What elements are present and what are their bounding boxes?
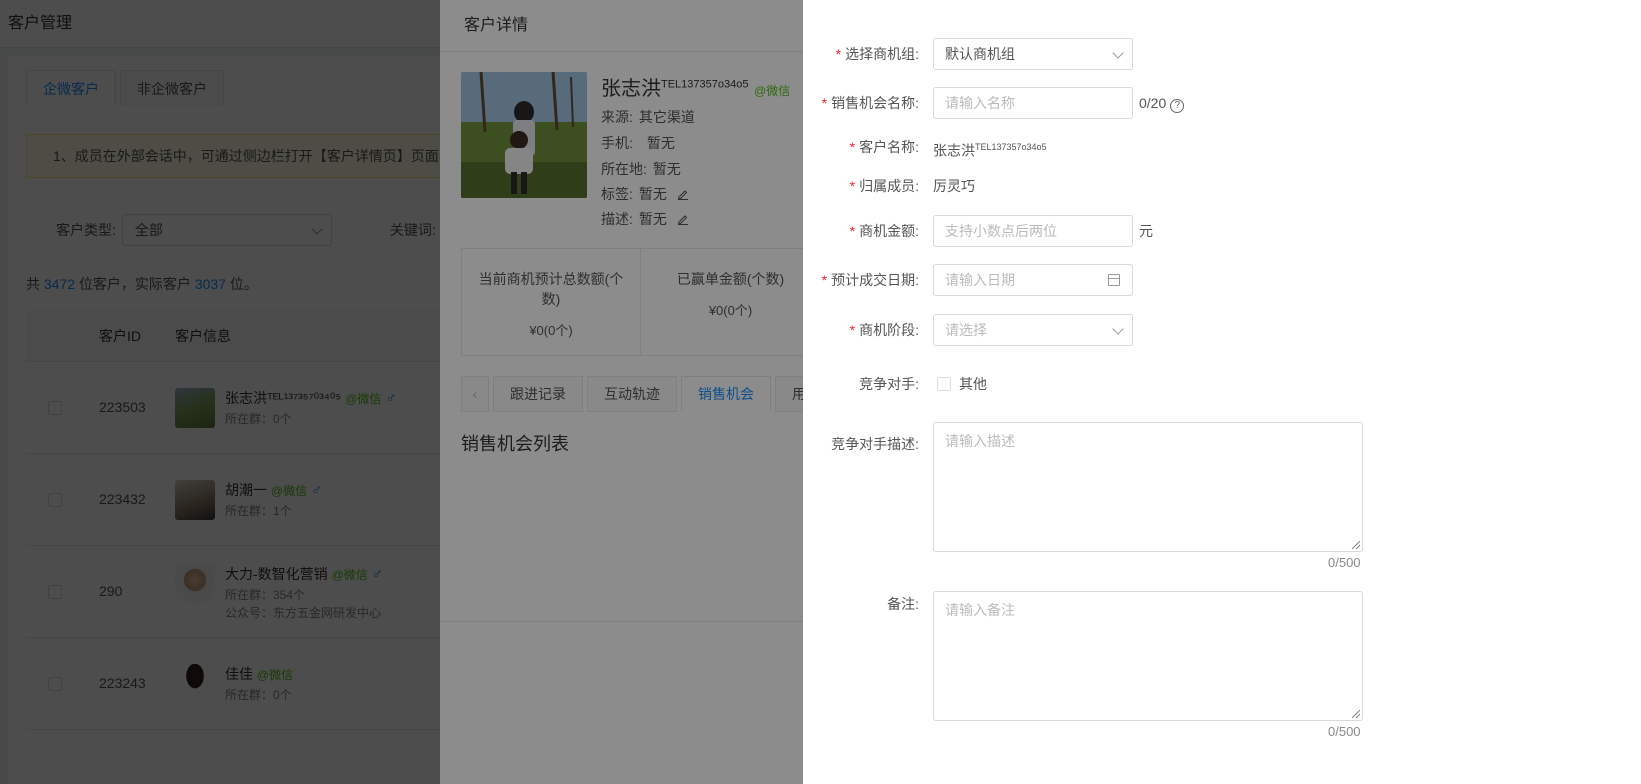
- rival-checkbox-option[interactable]: 其他: [937, 374, 987, 394]
- remark-counter: 0/500: [1328, 724, 1361, 739]
- customer-value: 张志洪TEL137357o34o5: [933, 137, 1047, 161]
- date-control: 请输入日期: [933, 264, 1133, 296]
- resize-handle-icon[interactable]: [1352, 541, 1360, 549]
- name-count: 0/20: [1139, 95, 1167, 111]
- date-placeholder: 请输入日期: [945, 272, 1015, 288]
- remark-label: 备注:: [887, 596, 919, 612]
- group-select-value: 默认商机组: [945, 46, 1015, 62]
- member-value: 厉灵巧: [933, 178, 975, 194]
- customer-label: * 客户名称:: [849, 139, 919, 155]
- name-input[interactable]: 请输入名称: [933, 87, 1133, 119]
- rival-option-label: 其他: [959, 376, 987, 392]
- rival-desc-counter: 0/500: [1328, 555, 1361, 570]
- stage-control: 请选择: [933, 314, 1133, 346]
- name-control: 请输入名称 0/20?: [933, 87, 1185, 119]
- name-label: * 销售机会名称:: [821, 95, 919, 111]
- group-select[interactable]: 默认商机组: [933, 38, 1133, 70]
- group-label: * 选择商机组:: [835, 46, 919, 62]
- amount-label-text: 商机金额:: [859, 223, 919, 239]
- remark-textarea[interactable]: 请输入备注: [933, 591, 1363, 721]
- calendar-icon: [1108, 274, 1120, 286]
- rival-desc-placeholder: 请输入描述: [945, 433, 1015, 449]
- chevron-down-icon: [1112, 47, 1124, 59]
- name-counter: 0/20?: [1139, 87, 1185, 119]
- date-label: * 预计成交日期:: [821, 272, 919, 288]
- date-picker[interactable]: 请输入日期: [933, 264, 1133, 296]
- rival-desc-label: 竞争对手描述:: [831, 436, 919, 452]
- amount-unit: 元: [1139, 223, 1153, 239]
- remark-placeholder: 请输入备注: [945, 602, 1015, 618]
- rival-label: 竞争对手:: [859, 376, 919, 392]
- group-label-text: 选择商机组:: [845, 46, 919, 62]
- stage-select[interactable]: 请选择: [933, 314, 1133, 346]
- stage-label-text: 商机阶段:: [859, 322, 919, 338]
- rival-desc-textarea[interactable]: 请输入描述: [933, 422, 1363, 552]
- chevron-down-icon: [1112, 323, 1124, 335]
- rival-checkbox[interactable]: [937, 377, 951, 391]
- amount-control: 支持小数点后两位 元: [933, 215, 1153, 247]
- sales-opportunity-form: * 选择商机组: 默认商机组 * 销售机会名称: 请输入名称 0/20? * 客户名称…: [803, 0, 1641, 784]
- name-label-text: 销售机会名称:: [831, 95, 919, 111]
- customer-value-text: 张志洪: [933, 142, 975, 159]
- stage-label: * 商机阶段:: [849, 322, 919, 338]
- customer-tel: TEL137357o34o5: [975, 142, 1047, 152]
- help-question-icon[interactable]: ?: [1170, 99, 1185, 113]
- amount-input[interactable]: 支持小数点后两位: [933, 215, 1133, 247]
- date-label-text: 预计成交日期:: [831, 272, 919, 288]
- member-label: * 归属成员:: [849, 178, 919, 194]
- remark-control: 请输入备注: [933, 591, 1363, 721]
- resize-handle-icon[interactable]: [1352, 710, 1360, 718]
- customer-label-text: 客户名称:: [859, 139, 919, 155]
- member-label-text: 归属成员:: [859, 178, 919, 194]
- group-select-box[interactable]: 默认商机组: [933, 38, 1133, 70]
- rival-desc-control: 请输入描述: [933, 422, 1363, 552]
- amount-label: * 商机金额:: [849, 223, 919, 239]
- stage-placeholder: 请选择: [945, 322, 987, 338]
